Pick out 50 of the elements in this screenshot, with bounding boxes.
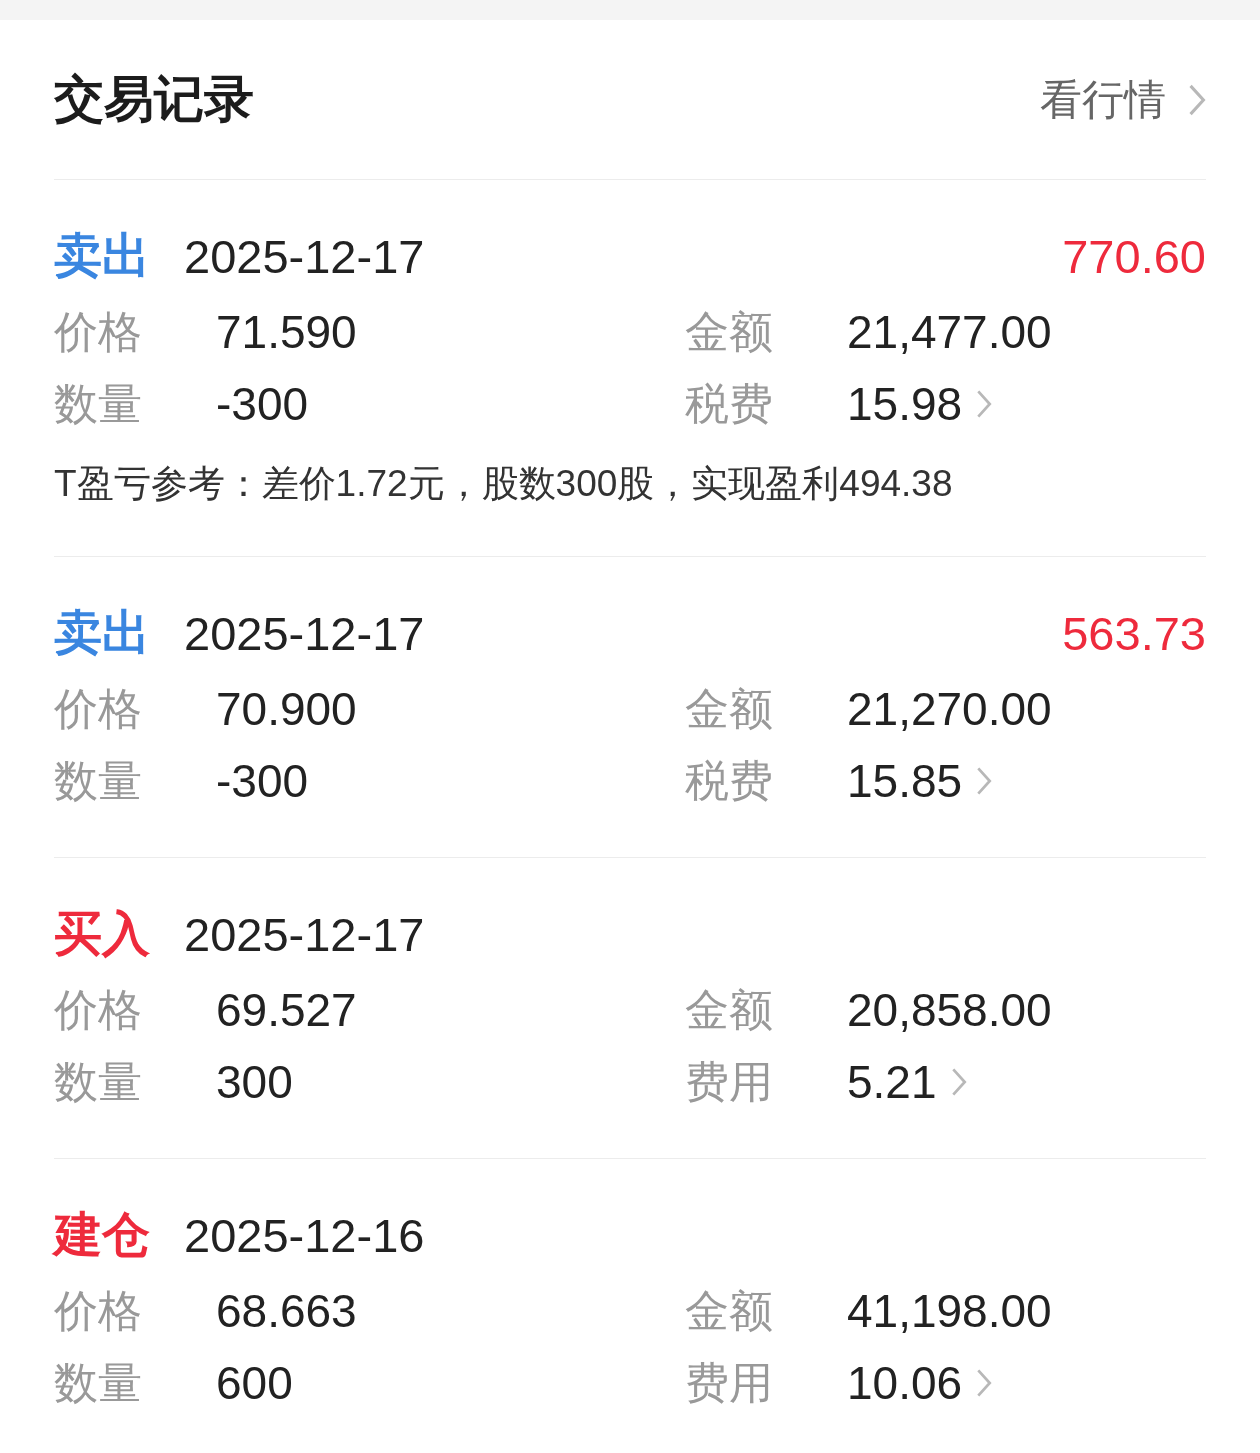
field-label: 价格	[54, 983, 143, 1036]
fee-detail-link[interactable]: 5.21	[847, 1055, 967, 1109]
field-label: 金额	[685, 1284, 774, 1337]
field-label: 数量	[54, 1356, 143, 1409]
chevron-right-icon	[1188, 82, 1206, 117]
trade-date: 2025-12-17	[184, 906, 425, 962]
field-value: 21,270.00	[847, 682, 1052, 736]
fee-detail-link[interactable]: 15.98	[847, 377, 993, 431]
field-label: 价格	[54, 1284, 143, 1337]
chevron-right-icon	[950, 1067, 967, 1097]
trade-date: 2025-12-17	[184, 228, 425, 284]
field-label: 数量	[54, 377, 143, 430]
field-value: -300	[216, 377, 309, 431]
trade-date: 2025-12-16	[184, 1207, 425, 1263]
field-label: 金额	[685, 305, 774, 358]
trade-type: 卖出	[54, 228, 151, 284]
trade-type: 建仓	[54, 1207, 151, 1263]
chevron-right-icon	[976, 389, 993, 419]
field-value: 69.527	[216, 983, 357, 1037]
profit-note: T盈亏参考：差价1.72元，股数300股，实现盈利494.38	[54, 462, 954, 506]
fee-detail-link[interactable]: 10.06	[847, 1356, 993, 1410]
field-value: 20,858.00	[847, 983, 1052, 1037]
chevron-right-icon	[976, 766, 993, 796]
field-label: 金额	[685, 983, 774, 1036]
field-value: 21,477.00	[847, 305, 1052, 359]
profit-value: 563.73	[1062, 605, 1206, 661]
field-label: 价格	[54, 305, 143, 358]
field-label: 税费	[685, 754, 774, 807]
field-value: -300	[216, 754, 309, 808]
field-label: 金额	[685, 682, 774, 735]
field-value: 70.900	[216, 682, 357, 736]
field-label: 数量	[54, 754, 143, 807]
trade-type: 卖出	[54, 605, 151, 661]
field-label: 费用	[685, 1055, 774, 1108]
fee-detail-link[interactable]: 15.85	[847, 754, 993, 808]
field-label: 税费	[685, 377, 774, 430]
field-value: 41,198.00	[847, 1284, 1052, 1338]
field-value: 71.590	[216, 305, 357, 359]
trade-date: 2025-12-17	[184, 605, 425, 661]
field-label: 价格	[54, 682, 143, 735]
field-label: 数量	[54, 1055, 143, 1108]
field-value: 600	[216, 1356, 293, 1410]
market-link[interactable]: 看行情	[1040, 71, 1206, 128]
trade-type: 买入	[54, 906, 151, 962]
field-label: 费用	[685, 1356, 774, 1409]
profit-value: 770.60	[1062, 228, 1206, 284]
chevron-right-icon	[976, 1368, 993, 1398]
page-title: 交易记录	[54, 70, 254, 129]
field-value: 68.663	[216, 1284, 357, 1338]
field-value: 300	[216, 1055, 293, 1109]
